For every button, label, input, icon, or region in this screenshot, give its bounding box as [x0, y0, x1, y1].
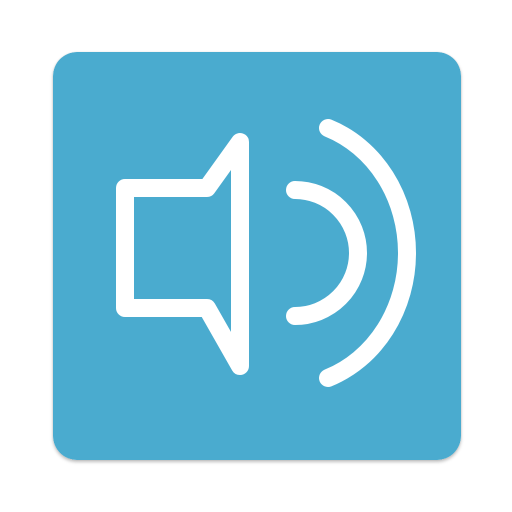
- app-icon-tile[interactable]: [53, 52, 461, 460]
- icon-canvas: [0, 0, 512, 512]
- speaker-volume-icon: [53, 52, 461, 460]
